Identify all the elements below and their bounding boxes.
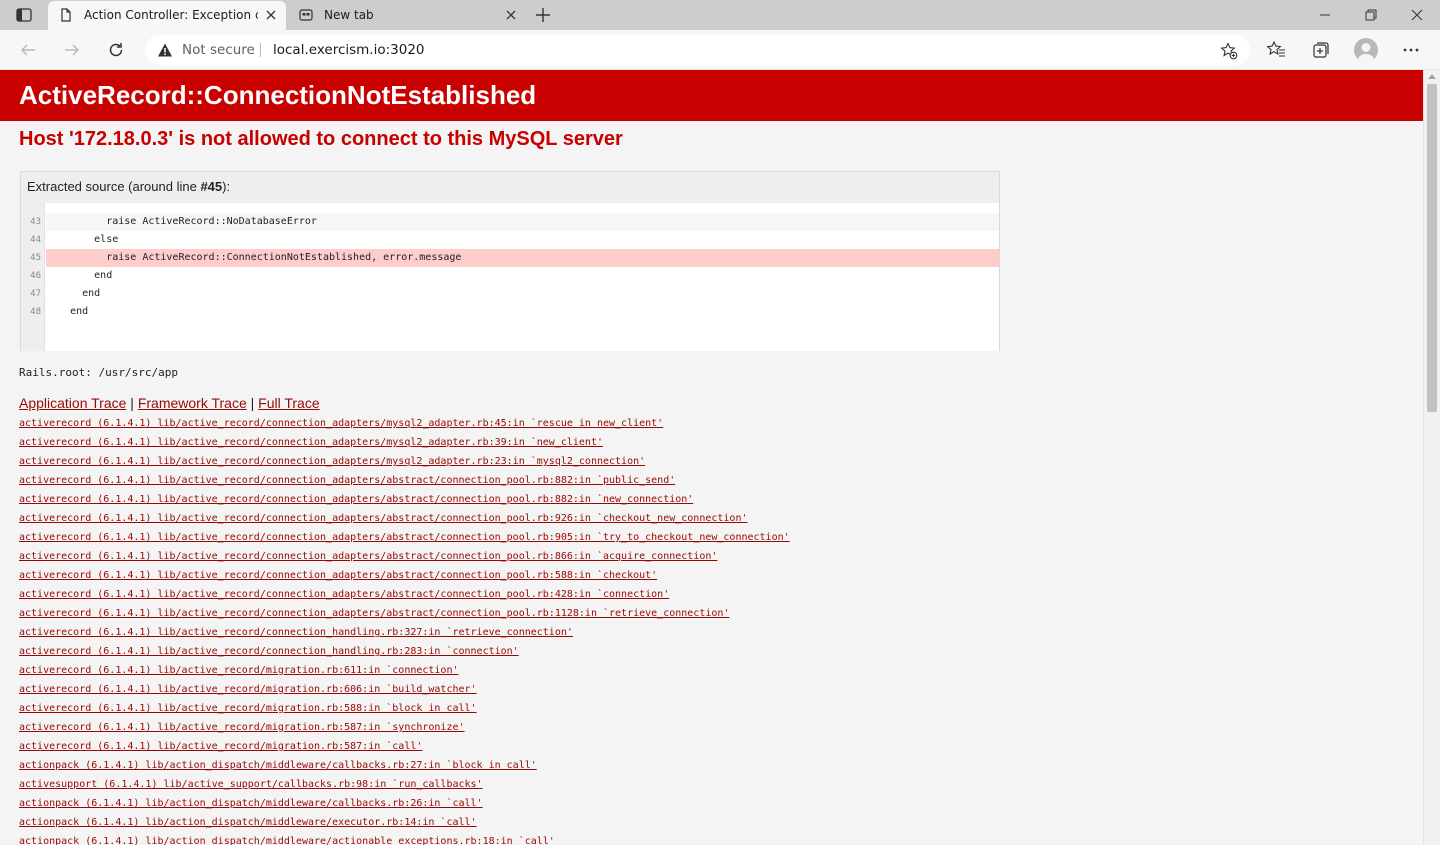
page-icon: [59, 8, 73, 22]
line-number: 43: [30, 217, 41, 227]
profile-avatar[interactable]: [1354, 38, 1378, 62]
scroll-up-arrow-icon[interactable]: [1428, 74, 1436, 79]
error-banner: ActiveRecord::ConnectionNotEstablished: [0, 70, 1423, 121]
tab-title: Action Controller: Exception caught: [84, 8, 258, 22]
url-text[interactable]: local.exercism.io:3020: [273, 35, 425, 65]
error-message: Host '172.18.0.3' is not allowed to conn…: [19, 128, 623, 150]
minimize-button[interactable]: [1302, 0, 1348, 30]
line-number: 44: [30, 235, 41, 245]
close-window-button[interactable]: [1394, 0, 1440, 30]
trace-list: activerecord (6.1.4.1) lib/active_record…: [19, 414, 790, 845]
trace-line[interactable]: activerecord (6.1.4.1) lib/active_record…: [19, 566, 790, 585]
line-numbers: 43 44 45 46 47 48: [21, 203, 45, 351]
close-tab-icon[interactable]: [264, 8, 278, 22]
trace-line[interactable]: activerecord (6.1.4.1) lib/active_record…: [19, 718, 790, 737]
tab-exception[interactable]: Action Controller: Exception caught: [48, 1, 286, 30]
close-tab-icon[interactable]: [504, 8, 518, 22]
code-line-highlighted: raise ActiveRecord::ConnectionNotEstabli…: [46, 249, 999, 267]
restore-button[interactable]: [1348, 0, 1394, 30]
line-number: 46: [30, 271, 41, 281]
code-line: end: [46, 306, 89, 317]
line-number: 48: [30, 307, 41, 317]
trace-line[interactable]: activerecord (6.1.4.1) lib/active_record…: [19, 737, 790, 756]
error-class-heading: ActiveRecord::ConnectionNotEstablished: [19, 80, 537, 110]
tab-actions-icon[interactable]: [8, 5, 40, 25]
code-line: end: [46, 270, 113, 281]
forward-button[interactable]: [60, 38, 84, 62]
trace-line[interactable]: activerecord (6.1.4.1) lib/active_record…: [19, 509, 790, 528]
trace-line[interactable]: activerecord (6.1.4.1) lib/active_record…: [19, 528, 790, 547]
trace-line[interactable]: activesupport (6.1.4.1) lib/active_suppo…: [19, 775, 790, 794]
back-button[interactable]: [16, 38, 40, 62]
code-line: end: [46, 288, 101, 299]
trace-nav-separator: |: [126, 395, 138, 411]
collections-button[interactable]: [1309, 38, 1333, 62]
trace-line[interactable]: actionpack (6.1.4.1) lib/action_dispatch…: [19, 794, 790, 813]
trace-line[interactable]: activerecord (6.1.4.1) lib/active_record…: [19, 433, 790, 452]
scroll-thumb[interactable]: [1427, 84, 1437, 412]
browser-toolbar: Not secure local.exercism.io:3020: [0, 30, 1440, 70]
tab-strip: Action Controller: Exception caught New …: [0, 0, 1440, 30]
line-number: 45: [30, 253, 41, 263]
tab-title: New tab: [324, 8, 374, 22]
omnibox-divider: [260, 43, 261, 57]
trace-nav: Application Trace | Framework Trace | Fu…: [19, 395, 320, 411]
code-line: else: [46, 234, 119, 245]
trace-line[interactable]: activerecord (6.1.4.1) lib/active_record…: [19, 414, 790, 433]
trace-line[interactable]: activerecord (6.1.4.1) lib/active_record…: [19, 547, 790, 566]
extracted-source-header: Extracted source (around line #45):: [27, 179, 231, 194]
address-bar[interactable]: Not secure local.exercism.io:3020: [145, 35, 1250, 65]
trace-line[interactable]: activerecord (6.1.4.1) lib/active_record…: [19, 471, 790, 490]
trace-line[interactable]: activerecord (6.1.4.1) lib/active_record…: [19, 699, 790, 718]
code-line: raise ActiveRecord::NoDatabaseError: [46, 213, 999, 231]
line-number: 47: [30, 289, 41, 299]
new-tab-button[interactable]: [532, 5, 554, 25]
trace-nav-separator: |: [246, 395, 259, 411]
trace-line[interactable]: actionpack (6.1.4.1) lib/action_dispatch…: [19, 756, 790, 775]
full-trace-link[interactable]: Full Trace: [258, 395, 319, 411]
add-favorite-icon[interactable]: [1220, 42, 1238, 60]
trace-line[interactable]: actionpack (6.1.4.1) lib/action_dispatch…: [19, 813, 790, 832]
security-label[interactable]: Not secure: [182, 35, 255, 65]
application-trace-link[interactable]: Application Trace: [19, 395, 126, 411]
trace-line[interactable]: activerecord (6.1.4.1) lib/active_record…: [19, 661, 790, 680]
framework-trace-link[interactable]: Framework Trace: [138, 395, 247, 411]
tab-new-tab[interactable]: New tab: [288, 1, 526, 30]
warning-icon[interactable]: [157, 42, 173, 58]
extracted-source: Extracted source (around line #45): 43 4…: [20, 171, 1000, 351]
vertical-scrollbar[interactable]: [1423, 70, 1440, 845]
trace-line[interactable]: activerecord (6.1.4.1) lib/active_record…: [19, 642, 790, 661]
trace-line[interactable]: activerecord (6.1.4.1) lib/active_record…: [19, 680, 790, 699]
trace-line[interactable]: activerecord (6.1.4.1) lib/active_record…: [19, 452, 790, 471]
page-content: ActiveRecord::ConnectionNotEstablished H…: [0, 70, 1423, 845]
refresh-button[interactable]: [104, 38, 128, 62]
favorites-button[interactable]: [1264, 38, 1288, 62]
settings-menu-button[interactable]: [1399, 38, 1423, 62]
rails-root: Rails.root: /usr/src/app: [19, 366, 178, 379]
trace-line[interactable]: actionpack (6.1.4.1) lib/action_dispatch…: [19, 832, 790, 845]
trace-line[interactable]: activerecord (6.1.4.1) lib/active_record…: [19, 604, 790, 623]
trace-line[interactable]: activerecord (6.1.4.1) lib/active_record…: [19, 490, 790, 509]
source-code: 43 44 45 46 47 48 raise ActiveRecord::No…: [21, 203, 999, 351]
trace-line[interactable]: activerecord (6.1.4.1) lib/active_record…: [19, 585, 790, 604]
new-tab-page-icon: [299, 8, 313, 22]
trace-line[interactable]: activerecord (6.1.4.1) lib/active_record…: [19, 623, 790, 642]
